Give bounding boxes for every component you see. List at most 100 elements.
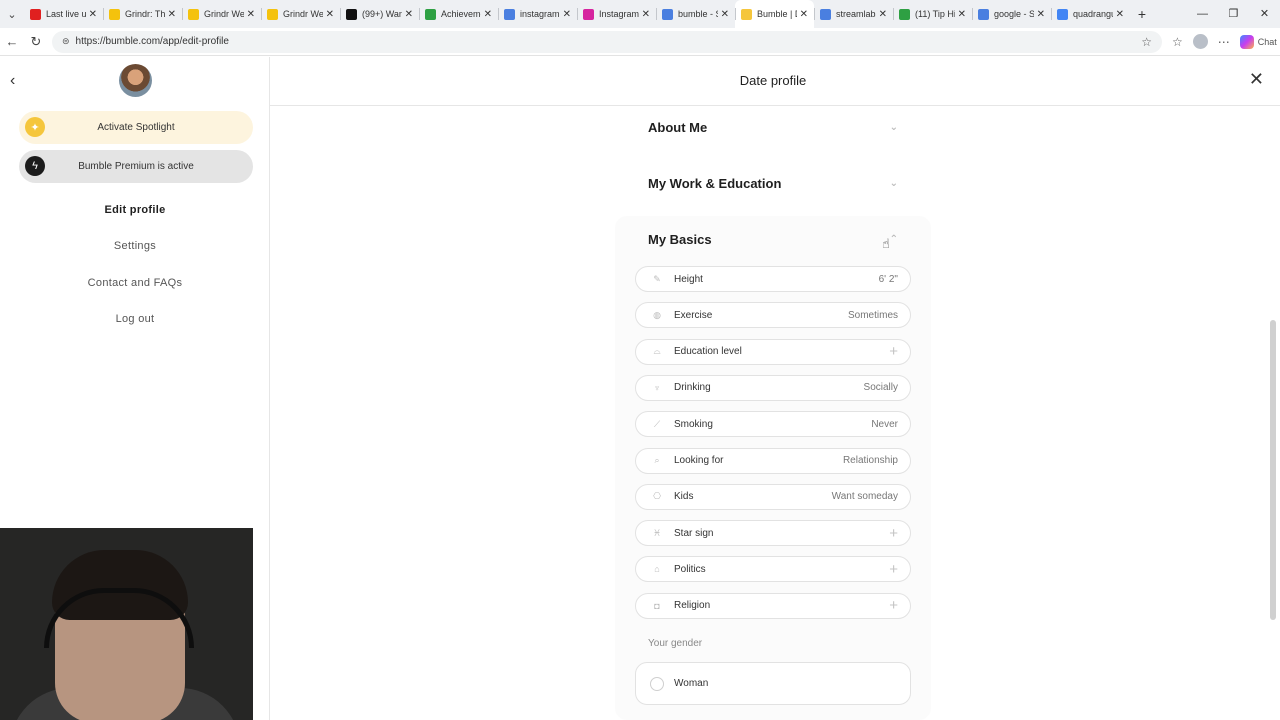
basics-row-height[interactable]: ✎ Height 6' 2" bbox=[635, 266, 911, 292]
tab-favicon-icon bbox=[188, 8, 199, 20]
browser-tab[interactable]: quadrangu ✕ bbox=[1051, 0, 1130, 28]
scrollbar[interactable] bbox=[1270, 320, 1276, 620]
add-plus-icon[interactable]: + bbox=[889, 562, 898, 577]
tab-favicon-icon bbox=[978, 8, 989, 20]
basics-row-politics[interactable]: ⌂ Politics + bbox=[635, 556, 911, 583]
chevron-down-icon: ⌄ bbox=[889, 178, 898, 189]
sidebar-item-log-out[interactable]: Log out bbox=[0, 313, 270, 325]
tab-close-icon[interactable]: ✕ bbox=[721, 9, 729, 20]
star-sign-icon: ♓ bbox=[652, 527, 662, 538]
sidebar-item-edit-profile[interactable]: Edit profile bbox=[0, 204, 270, 216]
section-my-basics[interactable]: My Basics ⌃ bbox=[648, 232, 898, 247]
window-controls: — ❐ ✕ bbox=[1187, 0, 1280, 28]
browser-tab[interactable]: Instagram ✕ bbox=[577, 0, 656, 28]
tab-close-icon[interactable]: ✕ bbox=[800, 9, 808, 20]
favorites-icon[interactable]: ☆ bbox=[1172, 35, 1183, 49]
basics-row-value: Never bbox=[871, 418, 898, 430]
back-icon[interactable]: ← bbox=[0, 34, 24, 49]
minimize-icon[interactable]: — bbox=[1187, 0, 1218, 28]
browser-tab[interactable]: instagram ✕ bbox=[498, 0, 577, 28]
kids-icon: ⎔ bbox=[653, 491, 661, 502]
browser-tab[interactable]: Bumble | D✕ bbox=[735, 0, 814, 28]
basics-row-label: Star sign bbox=[674, 527, 714, 539]
browser-tab[interactable]: Last live un✕ bbox=[24, 0, 103, 28]
section-title: My Work & Education bbox=[648, 176, 782, 191]
basics-row-value: 6' 2" bbox=[878, 273, 898, 285]
basics-row-exercise[interactable]: ◍ Exercise Sometimes bbox=[635, 302, 911, 329]
basics-row-drinking[interactable]: ♆ Drinking Socially bbox=[635, 374, 911, 401]
tab-close-icon[interactable]: ✕ bbox=[247, 9, 255, 20]
tab-title: quadrangu bbox=[1073, 9, 1113, 19]
tab-close-icon[interactable]: ✕ bbox=[958, 9, 966, 20]
browser-tab[interactable]: Grindr: The✕ bbox=[103, 0, 182, 28]
tab-close-icon[interactable]: ✕ bbox=[1116, 9, 1124, 20]
lightning-icon: ϟ bbox=[25, 156, 45, 176]
copilot-icon bbox=[1239, 34, 1254, 49]
add-plus-icon[interactable]: + bbox=[889, 344, 898, 359]
tab-close-icon[interactable]: ✕ bbox=[405, 9, 413, 20]
tab-list-menu-icon[interactable]: ⌄ bbox=[0, 0, 24, 28]
url-field[interactable]: ⊜ https://bumble.com/app/edit-profile ☆ bbox=[52, 30, 1162, 53]
browser-tab[interactable]: bumble - Se✕ bbox=[656, 0, 735, 28]
tab-close-icon[interactable]: ✕ bbox=[89, 9, 97, 20]
section-work-education[interactable]: My Work & Education ⌄ bbox=[648, 176, 898, 191]
close-window-icon[interactable]: ✕ bbox=[1249, 0, 1280, 28]
close-icon[interactable]: ✕ bbox=[1249, 69, 1264, 90]
basics-row-star-sign[interactable]: ♓ Star sign + bbox=[635, 520, 911, 547]
browser-tab[interactable]: Achievemen✕ bbox=[419, 0, 498, 28]
tab-close-icon[interactable]: ✕ bbox=[563, 9, 571, 20]
profile-avatar-icon[interactable] bbox=[1192, 34, 1208, 49]
basics-row-looking-for[interactable]: ⌕ Looking for Relationship bbox=[635, 447, 911, 474]
premium-label: Bumble Premium is active bbox=[78, 161, 194, 172]
tab-close-icon[interactable]: ✕ bbox=[642, 9, 650, 20]
basics-row-education-level[interactable]: ⌓ Education level + bbox=[635, 338, 911, 365]
profile-avatar[interactable] bbox=[119, 64, 152, 97]
tab-favicon-icon bbox=[899, 8, 910, 20]
favorite-star-icon[interactable]: ☆ bbox=[1141, 35, 1152, 49]
browser-tab[interactable]: (11) Tip His✕ bbox=[893, 0, 972, 28]
browser-tab[interactable]: Grindr Web✕ bbox=[261, 0, 340, 28]
tab-close-icon[interactable]: ✕ bbox=[879, 9, 887, 20]
reload-icon[interactable]: ↻ bbox=[24, 34, 48, 50]
browser-tab[interactable]: google - Se✕ bbox=[972, 0, 1051, 28]
tab-title: Grindr: The bbox=[125, 9, 165, 19]
new-tab-button[interactable]: + bbox=[1130, 6, 1154, 22]
browser-tab[interactable]: (99+) Wand✕ bbox=[340, 0, 419, 28]
add-plus-icon[interactable]: + bbox=[889, 598, 898, 613]
tab-close-icon[interactable]: ✕ bbox=[168, 9, 176, 20]
smoking-icon: ⟋ bbox=[653, 418, 661, 429]
copilot-chat-button[interactable]: Chat bbox=[1239, 34, 1277, 49]
tab-favicon-icon bbox=[1057, 8, 1068, 20]
browser-tab[interactable]: streamlabs✕ bbox=[814, 0, 893, 28]
tab-title: (11) Tip His bbox=[915, 9, 955, 19]
sidebar-item-settings[interactable]: Settings bbox=[0, 240, 270, 252]
basics-row-label: Politics bbox=[674, 563, 706, 575]
tab-favicon-icon bbox=[504, 8, 515, 20]
browser-tab-strip: ⌄ Last live un✕Grindr: The✕Grindr Web✕Gr… bbox=[0, 0, 1280, 28]
browser-toolbar: ☆ ⋯ Chat bbox=[1172, 34, 1277, 49]
activate-spotlight-button[interactable]: ✦ Activate Spotlight bbox=[19, 111, 253, 144]
gender-option-woman[interactable]: Woman bbox=[635, 662, 911, 705]
add-plus-icon[interactable]: + bbox=[889, 526, 898, 541]
tab-close-icon[interactable]: ✕ bbox=[484, 9, 492, 20]
politics-icon: ⌂ bbox=[654, 564, 660, 575]
browser-tab[interactable]: Grindr Web✕ bbox=[182, 0, 261, 28]
tab-favicon-icon bbox=[267, 8, 278, 20]
tab-close-icon[interactable]: ✕ bbox=[326, 9, 334, 20]
basics-row-kids[interactable]: ⎔ Kids Want someday bbox=[635, 483, 911, 510]
restore-icon[interactable]: ❐ bbox=[1218, 0, 1249, 28]
back-chevron-icon[interactable]: ‹ bbox=[10, 72, 15, 90]
graduation-cap-icon: ⌓ bbox=[653, 346, 661, 357]
section-about-me[interactable]: About Me ⌄ bbox=[648, 120, 898, 135]
basics-row-label: Height bbox=[674, 273, 703, 285]
tab-title: Grindr Web bbox=[204, 9, 244, 19]
more-menu-icon[interactable]: ⋯ bbox=[1218, 35, 1230, 49]
site-info-icon[interactable]: ⊜ bbox=[62, 36, 70, 47]
basics-row-smoking[interactable]: ⟋ Smoking Never bbox=[635, 411, 911, 438]
premium-status-button[interactable]: ϟ Bumble Premium is active bbox=[19, 150, 253, 183]
tab-title: streamlabs bbox=[836, 9, 876, 19]
sidebar-item-contact-faqs[interactable]: Contact and FAQs bbox=[0, 277, 270, 289]
tab-favicon-icon bbox=[30, 8, 41, 20]
tab-close-icon[interactable]: ✕ bbox=[1037, 9, 1045, 20]
basics-row-religion[interactable]: ◘ Religion + bbox=[635, 592, 911, 619]
